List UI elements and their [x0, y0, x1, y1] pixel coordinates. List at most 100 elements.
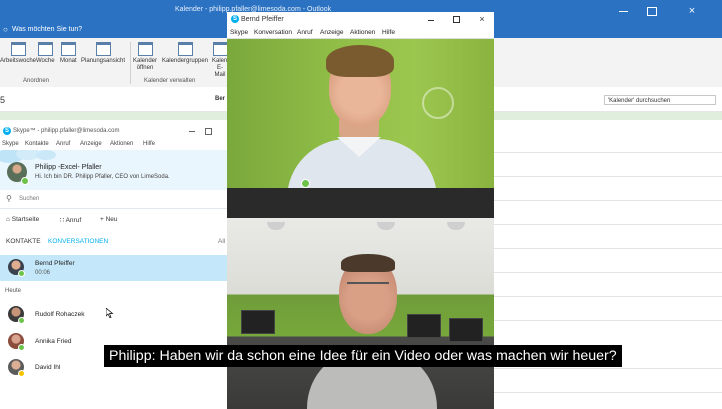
contact-name: David Ihl	[35, 364, 61, 371]
calendar-gridline	[494, 320, 722, 321]
call-menu-help[interactable]: Hilfe	[382, 29, 395, 36]
call-maximize-button[interactable]	[449, 14, 463, 25]
call-menu-actions[interactable]: Aktionen	[350, 29, 375, 36]
ceiling-lamp-icon	[267, 222, 285, 230]
skype-search-field[interactable]: ⚲ Suchen	[0, 190, 227, 209]
skype-maximize-button[interactable]	[202, 125, 214, 137]
glasses-icon	[347, 282, 389, 294]
online-status-icon	[21, 177, 29, 185]
person-hair	[326, 45, 394, 77]
skype-menu-actions[interactable]: Aktionen	[110, 141, 133, 147]
skype-logo-icon: S	[3, 127, 11, 135]
home-button[interactable]: ⌂ Startseite	[6, 216, 39, 223]
skype-menu-call[interactable]: Anruf	[56, 141, 70, 147]
calendar-gridline	[494, 176, 722, 177]
skype-title-bar: S Skype™ - philipp.pfaller@limesoda.com	[0, 124, 227, 138]
list-item-active-call[interactable]: Bernd Pfeiffer 00:06	[0, 255, 227, 281]
calendar-gridline	[494, 224, 722, 225]
online-status-icon	[18, 317, 25, 324]
background-monitor	[407, 314, 441, 338]
online-status-icon	[18, 344, 25, 351]
online-status-icon	[301, 179, 310, 188]
background-monitor	[241, 310, 275, 334]
call-menu-conversation[interactable]: Konversation	[254, 29, 292, 36]
ribbon-group-arrange-label: Anordnen	[23, 78, 50, 84]
call-minimize-button[interactable]	[424, 14, 438, 25]
contact-name: Rudolf Rohaczek	[35, 311, 85, 318]
person-hair	[341, 254, 395, 272]
mouse-cursor-icon	[106, 308, 114, 318]
online-status-icon	[18, 270, 25, 277]
new-button[interactable]: + Neu	[100, 216, 118, 223]
dialpad-icon: ∷	[60, 217, 65, 224]
skype-tabs: KONTAKTE KONVERSATIONEN All	[0, 236, 227, 248]
ribbon-open-calendar-button[interactable]: Kalender öffnen	[133, 42, 157, 72]
calendar-groups-icon	[177, 42, 193, 56]
profile-mood-message[interactable]: Hi. Ich bin DR. Philipp Pfaller, CEO von…	[35, 174, 170, 180]
wall-logo-icon	[422, 87, 454, 119]
calendar-gridline	[494, 296, 722, 297]
ceiling-lamp-icon	[377, 222, 395, 230]
schedule-view-icon	[95, 42, 111, 56]
ribbon-email-calendar-button[interactable]: Kalender E-Mail	[212, 42, 228, 79]
call-duration: 00:06	[35, 270, 51, 276]
ribbon-separator	[130, 42, 131, 84]
ribbon-month-button[interactable]: Monat	[60, 42, 77, 64]
home-icon: ⌂	[6, 216, 10, 223]
tab-contacts[interactable]: KONTAKTE	[6, 238, 41, 245]
calendar-week-icon	[37, 42, 53, 56]
tab-conversations[interactable]: KONVERSATIONEN	[48, 238, 108, 245]
plus-icon: +	[100, 216, 104, 223]
outlook-maximize-button[interactable]	[640, 4, 664, 18]
skype-menu-view[interactable]: Anzeige	[80, 141, 102, 147]
calendar-month-icon	[60, 42, 76, 56]
search-icon: ⚲	[6, 194, 12, 203]
skype-menu-contacts[interactable]: Kontakte	[25, 141, 49, 147]
calendar-search-input[interactable]: 'Kalender' durchsuchen	[604, 95, 716, 105]
calendar-gridline	[494, 248, 722, 249]
skype-nav-bar: ⌂ Startseite ∷ Anruf + Neu	[0, 214, 227, 226]
calendar-header-fragment: Ber	[215, 96, 226, 102]
calendar-gridline	[494, 272, 722, 273]
tell-me-input[interactable]: Was möchten Sie tun?	[12, 26, 82, 33]
calendar-gridline	[494, 368, 722, 369]
outlook-close-button[interactable]: ×	[680, 4, 704, 18]
ribbon-group-manage-calendars-label: Kalender verwalten	[144, 78, 196, 84]
video-divider	[227, 188, 494, 218]
open-calendar-icon	[137, 42, 153, 56]
skype-menu-skype[interactable]: Skype	[2, 141, 19, 147]
ribbon-workweek-button[interactable]: Arbeitswoche	[0, 42, 36, 64]
skype-logo-icon: S	[231, 15, 239, 23]
section-header-today: Heute	[5, 288, 22, 294]
ribbon-schedule-view-button[interactable]: Planungsansicht	[81, 42, 125, 64]
remote-video-feed	[227, 39, 494, 188]
skype-profile-header[interactable]: Philipp -Excel- Pfaller Hi. Ich bin DR. …	[0, 150, 227, 190]
video-subtitle: Philipp: Haben wir da schon eine Idee fü…	[104, 345, 622, 367]
background-monitor	[449, 318, 483, 342]
lightbulb-icon: ○	[3, 25, 8, 34]
calendar-week-icon	[10, 42, 26, 56]
call-menu-call[interactable]: Anruf	[297, 29, 313, 36]
skype-minimize-button[interactable]	[186, 125, 198, 137]
call-menu-bar: Skype Konversation Anruf Anzeige Aktione…	[227, 27, 494, 39]
call-title-bar: S Bernd Pfeiffer ×	[227, 12, 494, 27]
calendar-gridline	[494, 392, 722, 393]
profile-name: Philipp -Excel- Pfaller	[35, 164, 102, 171]
contact-name: Annika Fried	[35, 338, 72, 345]
call-menu-view[interactable]: Anzeige	[320, 29, 344, 36]
calendar-gridline	[494, 200, 722, 201]
call-window-title: Bernd Pfeiffer	[241, 16, 284, 23]
skype-window-title: Skype™ - philipp.pfaller@limesoda.com	[13, 128, 120, 134]
filter-all-dropdown[interactable]: All	[218, 238, 225, 245]
skype-menu-help[interactable]: Hilfe	[143, 141, 155, 147]
call-button[interactable]: ∷ Anruf	[60, 216, 81, 224]
outlook-minimize-button[interactable]	[612, 4, 636, 18]
away-status-icon	[18, 370, 25, 377]
ribbon-week-button[interactable]: Woche	[36, 42, 55, 64]
calendar-gridline	[494, 152, 722, 153]
ceiling-lamp-icon	[447, 222, 465, 230]
ribbon-calendar-groups-button[interactable]: Kalendergruppen	[161, 42, 209, 65]
search-placeholder: Suchen	[19, 196, 40, 202]
call-close-button[interactable]: ×	[475, 13, 489, 25]
call-menu-skype[interactable]: Skype	[230, 29, 248, 36]
